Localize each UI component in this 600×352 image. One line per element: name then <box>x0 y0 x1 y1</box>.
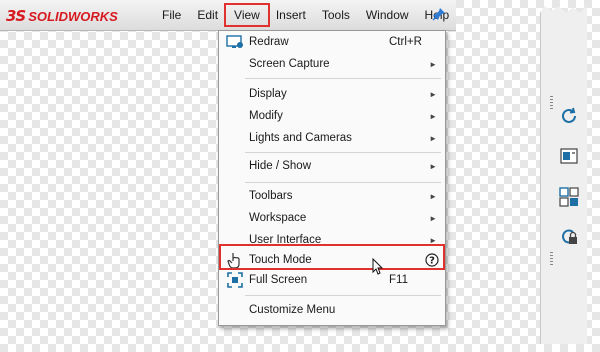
menu-label: Screen Capture <box>249 58 330 70</box>
menu-label: Workspace <box>249 212 307 224</box>
menu-bar: File Edit View Insert Tools Window Help <box>154 0 457 30</box>
display-pane-icon[interactable] <box>558 146 580 168</box>
view-menu-dropdown: Redraw Ctrl+R Screen Capture ► Display ►… <box>218 30 446 326</box>
menu-label: Toolbars <box>249 190 293 202</box>
app-name: SOLIDWORKS <box>28 8 118 24</box>
shortcut-label: F11 <box>389 274 408 286</box>
menu-label: Display <box>249 88 287 100</box>
shortcut-label: Ctrl+R <box>389 36 422 48</box>
solidworks-logo[interactable]: 3S SOLIDWORKS <box>6 7 118 25</box>
redraw-icon <box>225 32 245 52</box>
menu-item-redraw[interactable]: Redraw Ctrl+R <box>219 31 445 53</box>
submenu-arrow-icon: ► <box>429 133 437 143</box>
menu-item-lights-and-cameras[interactable]: Lights and Cameras ► <box>219 127 445 149</box>
title-bar: 3S SOLIDWORKS File Edit View Insert Tool… <box>0 0 456 31</box>
menu-label: Full Screen <box>249 274 308 286</box>
menu-label: Lights and Cameras <box>249 132 352 144</box>
menu-separator <box>245 78 441 79</box>
submenu-arrow-icon: ► <box>429 213 437 223</box>
menu-item-hide-show[interactable]: Hide / Show ► <box>219 155 445 177</box>
submenu-arrow-icon: ► <box>429 191 437 201</box>
menu-item-toolbars[interactable]: Toolbars ► <box>219 185 445 207</box>
submenu-arrow-icon: ► <box>429 161 437 171</box>
menu-window[interactable]: Window <box>358 0 417 30</box>
rotate-view-icon[interactable] <box>558 105 580 127</box>
menu-item-customize-menu[interactable]: Customize Menu <box>219 299 445 321</box>
lock-rotate-icon[interactable] <box>558 226 580 248</box>
menu-item-workspace[interactable]: Workspace ► <box>219 207 445 229</box>
mouse-cursor-icon <box>372 258 384 275</box>
menu-separator <box>245 295 441 296</box>
menu-file[interactable]: File <box>154 0 189 30</box>
menu-item-modify[interactable]: Modify ► <box>219 105 445 127</box>
panel-grip-handle[interactable] <box>550 252 553 266</box>
submenu-arrow-icon: ► <box>429 111 437 121</box>
pin-icon[interactable] <box>432 7 446 21</box>
menu-separator <box>245 182 441 183</box>
full-screen-icon <box>225 270 245 290</box>
submenu-arrow-icon: ► <box>429 59 437 69</box>
menu-label: Customize Menu <box>249 304 336 316</box>
menu-separator <box>245 152 441 153</box>
menu-item-full-screen[interactable]: Full Screen F11 <box>219 269 445 291</box>
menu-item-screen-capture[interactable]: Screen Capture ► <box>219 53 445 75</box>
panel-grip-handle[interactable] <box>550 96 553 110</box>
menu-view[interactable]: View <box>224 0 270 30</box>
menu-edit[interactable]: Edit <box>189 0 226 30</box>
menu-item-display[interactable]: Display ► <box>219 83 445 105</box>
menu-label: Redraw <box>249 36 289 48</box>
menu-label: Hide / Show <box>249 160 312 172</box>
view-palette-icon[interactable] <box>558 186 580 208</box>
ds-logo-mark: 3S <box>6 7 26 25</box>
touch-mode-highlight <box>219 244 445 270</box>
menu-insert[interactable]: Insert <box>268 0 314 30</box>
menu-label: Modify <box>249 110 283 122</box>
task-pane-strip <box>540 6 587 344</box>
submenu-arrow-icon: ► <box>429 89 437 99</box>
menu-tools[interactable]: Tools <box>314 0 358 30</box>
